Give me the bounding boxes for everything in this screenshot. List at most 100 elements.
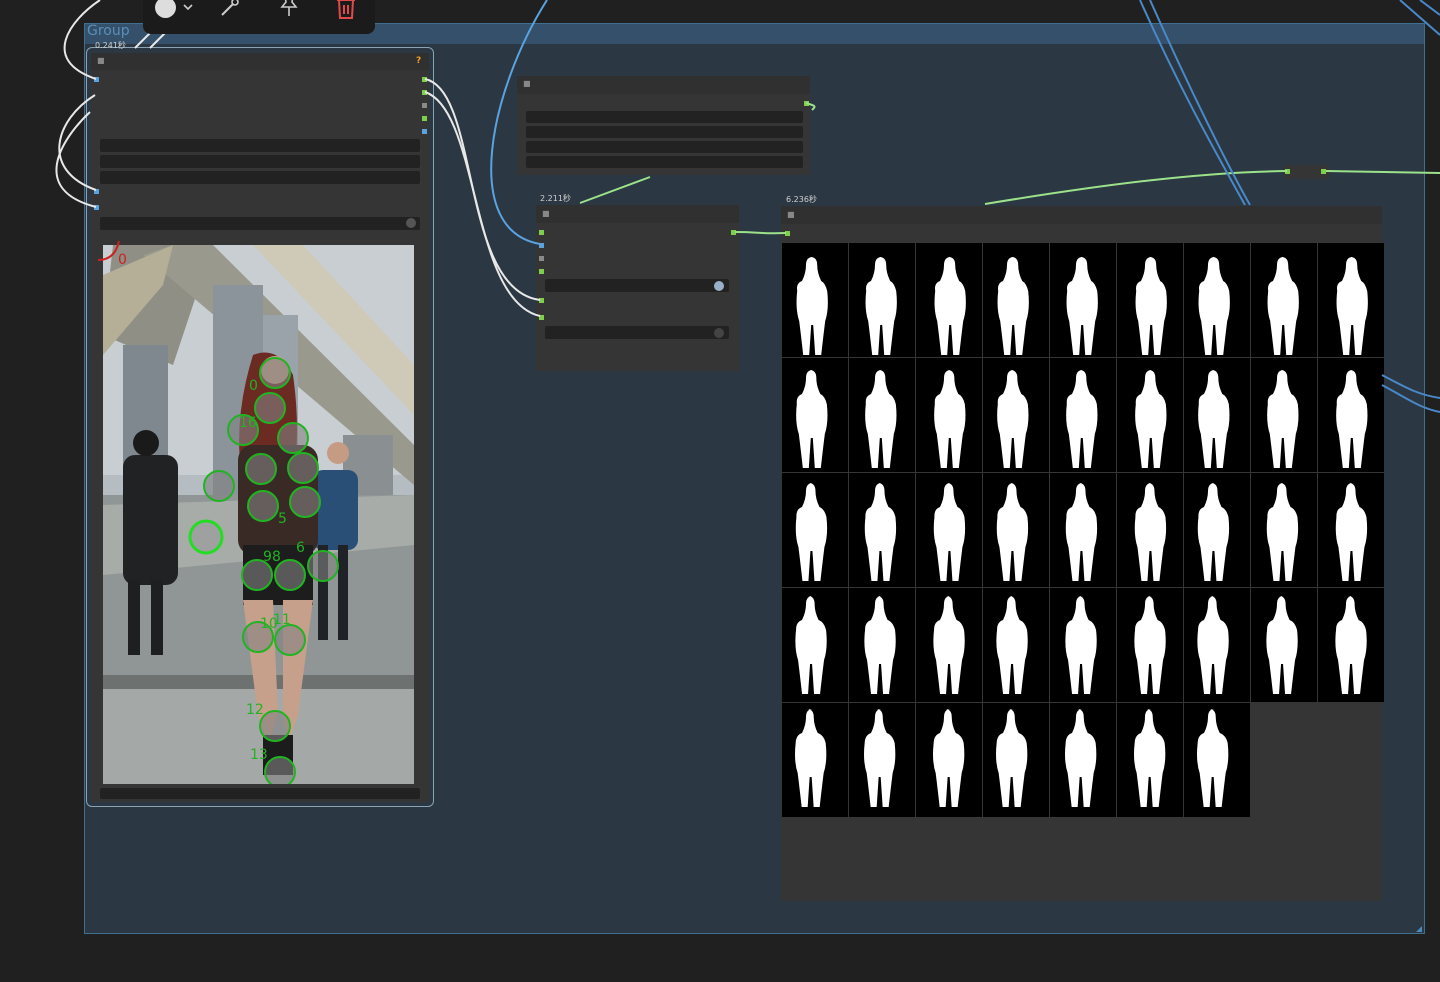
trash-icon[interactable] bbox=[334, 0, 358, 20]
mask-thumbnail[interactable] bbox=[1050, 703, 1116, 817]
mask-thumbnail[interactable] bbox=[916, 473, 982, 587]
keypoint-label: 6 bbox=[296, 540, 305, 556]
chevron-down-icon[interactable] bbox=[183, 4, 193, 12]
mask-thumbnail[interactable] bbox=[1184, 703, 1250, 817]
toggle-widget[interactable] bbox=[100, 217, 420, 230]
mask-thumbnail[interactable] bbox=[1251, 358, 1317, 472]
crop-node-header[interactable] bbox=[517, 76, 810, 94]
input-slot-2[interactable] bbox=[539, 243, 544, 248]
reroute-input[interactable] bbox=[1285, 169, 1290, 174]
pin-icon[interactable] bbox=[277, 0, 301, 18]
toggle-widget-1[interactable] bbox=[545, 279, 729, 292]
widget-4[interactable] bbox=[526, 156, 803, 168]
mask-thumbnail[interactable] bbox=[983, 243, 1049, 357]
output-slot-1[interactable] bbox=[422, 77, 427, 82]
mask-thumbnail[interactable] bbox=[1184, 473, 1250, 587]
mask-thumbnail[interactable] bbox=[916, 358, 982, 472]
input-slot-a[interactable] bbox=[94, 189, 99, 194]
collapse-icon[interactable]: ■ bbox=[97, 57, 105, 65]
mask-thumbnail[interactable] bbox=[1117, 358, 1183, 472]
mask-thumbnail[interactable] bbox=[1050, 473, 1116, 587]
mask-thumbnail[interactable] bbox=[782, 473, 848, 587]
mask-thumbnail[interactable] bbox=[1251, 588, 1317, 702]
mask-thumbnail[interactable] bbox=[983, 473, 1049, 587]
mask-thumbnail[interactable] bbox=[916, 588, 982, 702]
input-slot-1[interactable] bbox=[539, 230, 544, 235]
sam-node-timer: 2.211秒 bbox=[540, 194, 571, 203]
output-slot[interactable] bbox=[804, 101, 809, 106]
mask-thumbnail[interactable] bbox=[782, 243, 848, 357]
pose-preview-image: 0 16 5 6 9 8 10 11 12 13 bbox=[103, 245, 414, 784]
silhouette-graphic bbox=[794, 709, 827, 807]
mask-thumbnail[interactable] bbox=[1050, 358, 1116, 472]
collapse-icon[interactable]: ■ bbox=[787, 211, 795, 219]
mask-thumbnail[interactable] bbox=[782, 703, 848, 817]
help-icon[interactable]: ? bbox=[416, 56, 421, 66]
toggle-widget-2[interactable] bbox=[545, 326, 729, 339]
mask-thumbnail[interactable] bbox=[1117, 703, 1183, 817]
reroute-output[interactable] bbox=[1321, 169, 1326, 174]
sam-node-header[interactable] bbox=[536, 205, 739, 223]
mask-thumbnail[interactable] bbox=[782, 588, 848, 702]
magic-wand-icon[interactable] bbox=[219, 0, 243, 18]
silhouette-shape bbox=[1336, 257, 1368, 355]
toggle-knob-2[interactable] bbox=[714, 328, 724, 338]
mask-thumbnail[interactable] bbox=[849, 358, 915, 472]
mask-thumbnail[interactable] bbox=[1318, 473, 1384, 587]
toggle-knob[interactable] bbox=[406, 218, 416, 228]
collapse-icon[interactable]: ■ bbox=[523, 80, 531, 88]
silhouette-graphic bbox=[933, 483, 966, 581]
output-slot[interactable] bbox=[731, 230, 736, 235]
mask-thumbnail[interactable] bbox=[1318, 588, 1384, 702]
output-slot-2[interactable] bbox=[422, 90, 427, 95]
mask-thumbnail[interactable] bbox=[849, 703, 915, 817]
mask-thumbnail[interactable] bbox=[916, 703, 982, 817]
mask-thumbnail[interactable] bbox=[1184, 588, 1250, 702]
input-slot[interactable] bbox=[785, 231, 790, 236]
silhouette-graphic bbox=[997, 257, 1029, 355]
input-slot-4[interactable] bbox=[539, 269, 544, 274]
widget-3[interactable] bbox=[526, 141, 803, 153]
mask-thumbnail[interactable] bbox=[916, 243, 982, 357]
collapse-icon[interactable]: ■ bbox=[542, 210, 550, 218]
mask-thumbnail[interactable] bbox=[1050, 588, 1116, 702]
mask-thumbnail[interactable] bbox=[983, 703, 1049, 817]
input-slot-5[interactable] bbox=[539, 298, 544, 303]
bottom-widget[interactable] bbox=[100, 788, 420, 799]
mask-thumbnail[interactable] bbox=[1251, 473, 1317, 587]
input-slot-3[interactable] bbox=[539, 256, 544, 261]
mask-thumbnail[interactable] bbox=[849, 473, 915, 587]
group-title[interactable]: Group bbox=[87, 23, 130, 39]
mask-thumbnail[interactable] bbox=[1050, 243, 1116, 357]
output-slot-3[interactable] bbox=[422, 103, 427, 108]
output-slot-5[interactable] bbox=[422, 129, 427, 134]
mask-thumbnail[interactable] bbox=[782, 358, 848, 472]
output-slot-4[interactable] bbox=[422, 116, 427, 121]
mask-thumbnail[interactable] bbox=[1117, 588, 1183, 702]
widget-1[interactable] bbox=[526, 111, 803, 123]
mask-thumbnail[interactable] bbox=[849, 588, 915, 702]
mask-thumbnail[interactable] bbox=[1184, 243, 1250, 357]
input-slot-image[interactable] bbox=[94, 77, 99, 82]
widget-3[interactable] bbox=[100, 171, 420, 184]
mask-thumbnail[interactable] bbox=[849, 243, 915, 357]
mask-thumbnail[interactable] bbox=[1318, 358, 1384, 472]
group-resize-handle[interactable] bbox=[1416, 926, 1422, 932]
toggle-knob-1[interactable] bbox=[714, 281, 724, 291]
widget-1[interactable] bbox=[100, 139, 420, 152]
widget-2[interactable] bbox=[100, 155, 420, 168]
mask-thumbnail[interactable] bbox=[983, 358, 1049, 472]
silhouette-shape bbox=[996, 596, 1028, 694]
preview-node-header[interactable] bbox=[781, 206, 1382, 224]
mask-thumbnail[interactable] bbox=[1318, 243, 1384, 357]
mask-thumbnail[interactable] bbox=[1184, 358, 1250, 472]
pose-node-header[interactable] bbox=[91, 53, 429, 70]
mask-thumbnail[interactable] bbox=[1251, 243, 1317, 357]
color-circle-icon[interactable] bbox=[155, 0, 176, 18]
mask-thumbnail[interactable] bbox=[983, 588, 1049, 702]
mask-thumbnail[interactable] bbox=[1117, 473, 1183, 587]
input-slot-6[interactable] bbox=[539, 315, 544, 320]
mask-thumbnail[interactable] bbox=[1117, 243, 1183, 357]
widget-2[interactable] bbox=[526, 126, 803, 138]
input-slot-b[interactable] bbox=[94, 205, 99, 210]
